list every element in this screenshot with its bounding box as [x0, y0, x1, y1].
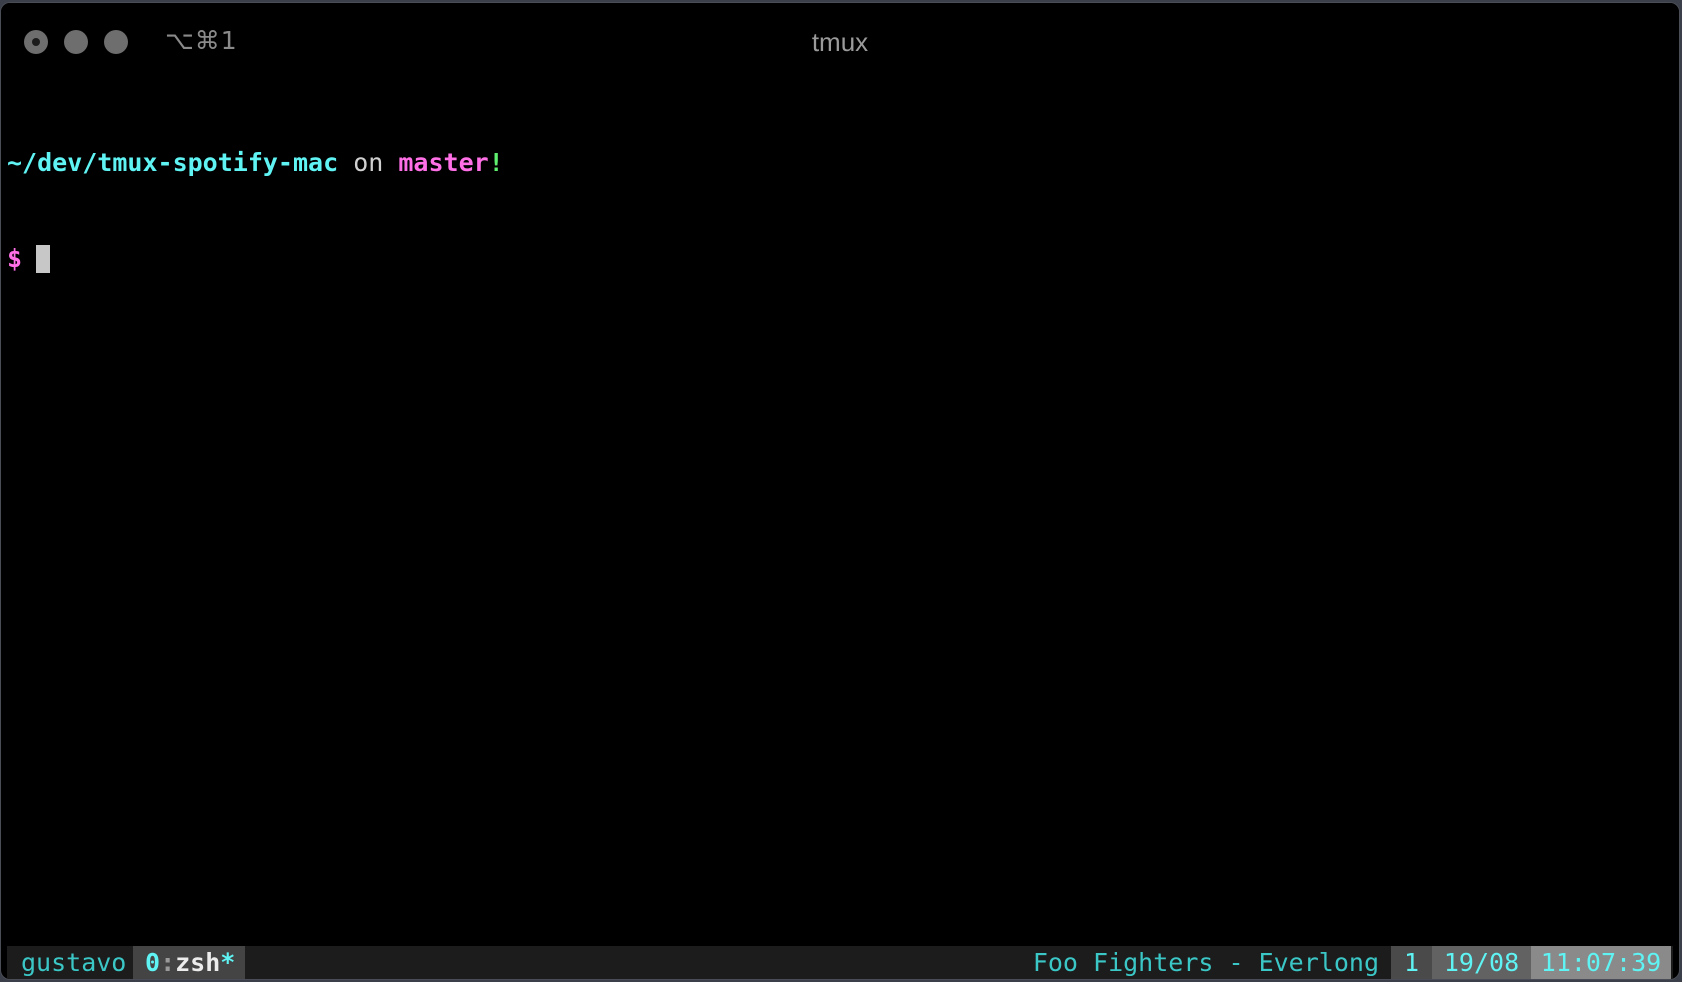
- pane-number: 1: [1391, 946, 1432, 979]
- status-time: 11:07:39: [1531, 946, 1671, 979]
- title-bar: ⌥⌘1 tmux: [1, 3, 1679, 77]
- window-separator: :: [160, 948, 176, 977]
- prompt-line: ~/dev/tmux-spotify-mac on master!: [7, 147, 504, 179]
- prompt-symbol: $: [7, 244, 23, 273]
- prompt-branch: master: [398, 148, 489, 177]
- window-name: zsh: [175, 948, 221, 977]
- terminal-content[interactable]: ~/dev/tmux-spotify-mac on master! $: [7, 83, 504, 339]
- window-index: 0: [145, 948, 161, 977]
- prompt-dirty-marker: !: [488, 148, 504, 177]
- now-playing: Foo Fighters - Everlong: [1032, 948, 1379, 977]
- terminal-window: ⌥⌘1 tmux ~/dev/tmux-spotify-mac on maste…: [0, 2, 1680, 980]
- window-title: tmux: [811, 27, 869, 57]
- prompt-path: ~/dev/tmux-spotify-mac: [7, 148, 339, 177]
- text-cursor: [36, 245, 51, 273]
- window-tab-0[interactable]: 0:zsh*: [133, 946, 245, 979]
- status-date: 19/08: [1432, 946, 1531, 979]
- input-line[interactable]: $: [7, 243, 504, 275]
- tmux-status-bar: gustavo 0:zsh* Foo Fighters - Everlong 1…: [7, 946, 1673, 979]
- window-active-flag: *: [220, 948, 236, 977]
- prompt-on: on: [338, 148, 399, 177]
- session-name: gustavo: [21, 948, 127, 977]
